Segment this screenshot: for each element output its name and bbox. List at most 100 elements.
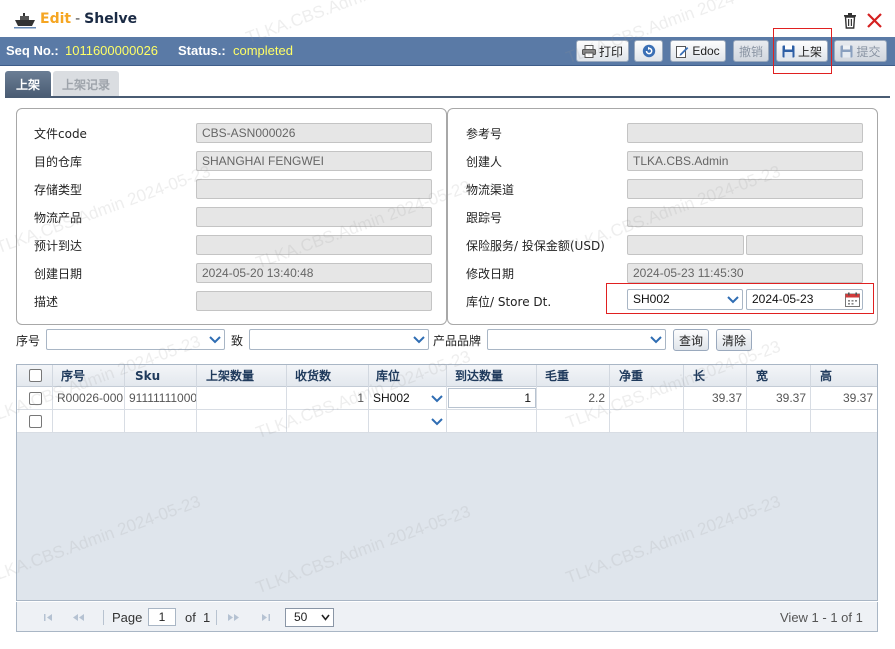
col-seq[interactable]: 序号 [53,365,125,387]
col-net-weight[interactable]: 净重 [610,365,684,387]
col-received[interactable]: 收货数 [287,365,369,387]
filter-brand-label: 产品品牌 [433,334,482,348]
label-description: 描述 [34,295,59,309]
tab-shelve[interactable]: 上架 [5,71,51,97]
filter-to-select[interactable] [249,329,429,350]
filter-seq-select[interactable] [46,329,225,350]
grid-header: 序号 Sku 上架数量 收货数 库位 到达数量 毛重 净重 长 宽 高 [17,365,877,387]
print-button[interactable]: 打印 [576,40,629,62]
row-location-select[interactable] [370,411,446,431]
label-file-code: 文件code [34,127,87,141]
label-store-dt: 库位/ Store Dt. [466,295,552,309]
edoc-button[interactable]: Edoc [670,40,726,62]
filter-seq-label: 序号 [16,334,41,348]
storage-type-field[interactable] [196,179,432,199]
last-page-icon[interactable] [257,613,271,622]
cell-sku: 91111111000 [125,387,197,410]
cell-width: 39.37 [747,387,811,410]
col-shelve-qty[interactable]: 上架数量 [197,365,287,387]
edit-doc-icon [676,45,689,58]
description-field[interactable] [196,291,432,311]
col-gross-weight[interactable]: 毛重 [537,365,610,387]
trash-icon[interactable] [842,12,858,29]
insurance-service-field[interactable] [627,235,744,255]
row-select-cell [17,410,53,433]
label-insurance: 保险服务/ 投保金额(USD) [466,239,605,253]
filter-brand-select[interactable] [487,329,666,350]
form-panel-left: 文件code CBS-ASN000026 目的仓库 SHANGHAI FENGW… [16,108,447,325]
cell-shelve-qty [197,387,287,410]
cell-seq: R00026-000 [53,387,125,410]
chevron-down-icon [209,336,221,344]
chevron-down-icon [650,336,662,344]
col-width[interactable]: 宽 [747,365,811,387]
cell-height [811,410,877,433]
cell-received [287,410,369,433]
tab-shelve-record[interactable]: 上架记录 [53,71,119,97]
tab-divider [5,96,890,98]
seq-value: 1011600000026 [65,43,159,58]
row-location-select[interactable]: SH002 [370,388,446,408]
cell-net-weight [610,387,684,410]
submit-button[interactable]: 提交 [834,40,887,62]
row-checkbox[interactable] [29,392,42,405]
page-number-input[interactable]: 1 [148,608,176,626]
file-code-field[interactable]: CBS-ASN000026 [196,123,432,143]
select-all-checkbox[interactable] [29,369,42,382]
logistics-channel-field[interactable] [627,179,863,199]
row-select-cell [17,387,53,410]
reference-no-field[interactable] [627,123,863,143]
cell-gross-weight [537,410,610,433]
cell-location: SH002 [369,387,447,410]
modified-date-field[interactable]: 2024-05-23 11:45:30 [627,263,863,283]
label-tracking-no: 跟踪号 [466,211,503,225]
highlight-box [773,28,832,74]
dest-warehouse-field[interactable]: SHANGHAI FENGWEI [196,151,432,171]
col-sku[interactable]: Sku [125,365,197,387]
insurance-amount-field[interactable] [746,235,863,255]
table-row[interactable] [17,410,877,433]
refresh-button[interactable] [634,40,663,62]
col-height[interactable]: 高 [811,365,877,387]
page-size-select[interactable]: 50 [285,608,334,627]
cell-received: 1 [287,387,369,410]
logistics-product-field[interactable] [196,207,432,227]
chevron-down-icon [413,336,425,344]
col-length[interactable]: 长 [684,365,747,387]
first-page-icon[interactable] [43,613,57,622]
label-created-date: 创建日期 [34,267,83,281]
table-row[interactable]: R00026-000 91111111000 1 SH002 1 2.2 39.… [17,387,877,410]
status-value: completed [233,43,293,58]
prev-page-icon[interactable] [72,613,86,622]
revoke-button[interactable]: 撤销 [733,40,769,62]
of-label: of [185,610,196,625]
seq-label: Seq No.: [6,43,59,58]
row-checkbox[interactable] [29,415,42,428]
query-button[interactable]: 查询 [673,329,709,351]
clear-button[interactable]: 清除 [716,329,752,351]
view-range-text: View 1 - 1 of 1 [780,610,863,625]
window-title: Edit - Shelve [40,11,137,27]
col-location[interactable]: 库位 [369,365,447,387]
label-logistics-product: 物流产品 [34,211,83,225]
row-arrival-qty-input[interactable]: 1 [448,388,536,408]
cell-arrival-qty: 1 [447,387,537,410]
creator-field[interactable]: TLKA.CBS.Admin [627,151,863,171]
save-icon [840,45,853,57]
tracking-no-field[interactable] [627,207,863,227]
row-location-value: SH002 [373,391,410,405]
edoc-label: Edoc [692,44,720,58]
created-date-field[interactable]: 2024-05-20 13:40:48 [196,263,432,283]
title-mode: Edit [40,11,72,27]
cell-length: 39.37 [684,387,747,410]
highlight-box-store [606,283,874,314]
close-icon[interactable] [866,12,883,29]
cell-arrival-qty[interactable] [447,410,537,433]
cell-gross-weight: 2.2 [537,387,610,410]
next-page-icon[interactable] [226,613,240,622]
col-arrival-qty[interactable]: 到达数量 [447,365,537,387]
title-name: Shelve [84,11,138,27]
cell-length [684,410,747,433]
eta-field[interactable] [196,235,432,255]
label-logistics-channel: 物流渠道 [466,183,515,197]
